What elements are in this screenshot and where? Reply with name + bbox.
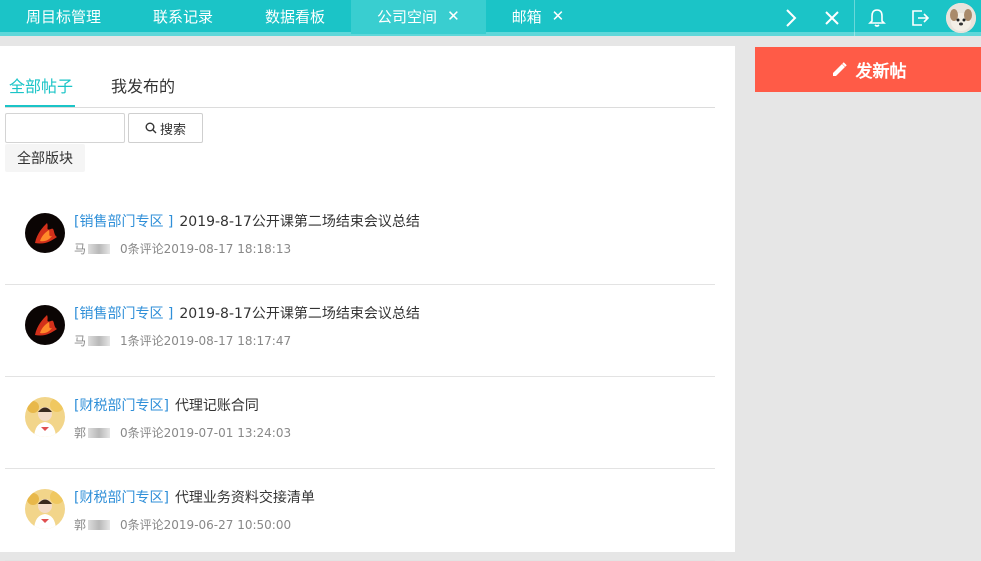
search-button[interactable]: 搜索 [128, 113, 203, 143]
tab-contact-records[interactable]: 联系记录 [127, 0, 239, 34]
redacted-name [88, 243, 111, 254]
tab-data-dashboard[interactable]: 数据看板 [239, 0, 351, 34]
user-avatar[interactable] [946, 3, 976, 33]
redacted-name [88, 335, 111, 346]
post-list-item[interactable]: [财税部门专区] 代理业务资料交接清单 郭 0条评论 2019-06-27 10:50… [5, 469, 715, 561]
post-list-item[interactable]: [销售部门专区 ] 2019-8-17公开课第二场结束会议总结 马 1条评论 2019… [5, 285, 715, 377]
author-avatar [25, 305, 65, 345]
post-timestamp: 2019-08-17 18:17:47 [163, 333, 292, 348]
post-list-item[interactable]: [财税部门专区] 代理记账合同 郭 0条评论 2019-07-01 13:24:03 [5, 377, 715, 469]
post-author: 马 [74, 242, 87, 256]
chevron-right-icon[interactable] [773, 0, 809, 36]
post-author: 郭 [74, 426, 87, 440]
tab-weekly-goals[interactable]: 周目标管理 [0, 0, 127, 34]
tab-label: 公司空间 [377, 7, 438, 26]
search-icon [145, 122, 157, 134]
tab-label: 数据看板 [265, 7, 326, 26]
post-title-link[interactable]: 代理业务资料交接清单 [175, 490, 315, 506]
post-board-link[interactable]: [销售部门专区 ] [74, 306, 173, 322]
post-tabs: 全部帖子 我发布的 [5, 46, 715, 108]
post-meta: 郭 0条评论 2019-06-27 10:50:00 [74, 516, 291, 533]
author-avatar [25, 397, 65, 437]
bell-icon[interactable] [855, 0, 898, 36]
tab-company-space[interactable]: 公司空间 ✕ [351, 0, 486, 34]
post-meta: 马 0条评论 2019-08-17 18:18:13 [74, 240, 291, 257]
post-timestamp: 2019-07-01 13:24:03 [163, 425, 292, 440]
post-author: 郭 [74, 518, 87, 532]
post-title-link[interactable]: 2019-8-17公开课第二场结束会议总结 [179, 214, 419, 230]
search-input[interactable] [5, 113, 125, 143]
tab-label: 周目标管理 [26, 7, 102, 26]
post-comment-count: 0条评论 [120, 518, 164, 532]
tab-label: 邮箱 [511, 7, 542, 26]
post-timestamp: 2019-08-17 18:18:13 [163, 241, 292, 256]
post-comment-count: 0条评论 [120, 426, 164, 440]
tab-all-posts[interactable]: 全部帖子 [9, 73, 73, 97]
post-meta: 马 1条评论 2019-08-17 18:17:47 [74, 332, 291, 349]
post-board-link[interactable]: [销售部门专区 ] [74, 214, 173, 230]
post-list-item[interactable]: [销售部门专区 ] 2019-8-17公开课第二场结束会议总结 马 0条评论 2019… [5, 193, 715, 285]
post-title: [财税部门专区] 代理记账合同 [74, 395, 259, 415]
close-icon[interactable]: ✕ [447, 8, 460, 24]
forum-sidebar: 发新帖 [735, 46, 981, 552]
tab-label: 联系记录 [153, 7, 214, 26]
top-navigation-bar: 周目标管理 联系记录 数据看板 公司空间 ✕ 邮箱 ✕ [0, 0, 981, 36]
new-post-button[interactable]: 发新帖 [755, 47, 981, 92]
post-title: [财税部门专区] 代理业务资料交接清单 [74, 487, 315, 507]
board-filter-dropdown[interactable]: 全部版块 [5, 144, 85, 172]
post-comment-count: 1条评论 [120, 334, 164, 348]
author-avatar [25, 489, 65, 529]
post-author: 马 [74, 334, 87, 348]
post-title: [销售部门专区 ] 2019-8-17公开课第二场结束会议总结 [74, 211, 420, 231]
post-title: [销售部门专区 ] 2019-8-17公开课第二场结束会议总结 [74, 303, 420, 323]
redacted-name [88, 519, 111, 530]
logout-icon[interactable] [898, 0, 941, 36]
search-button-label: 搜索 [159, 122, 186, 138]
post-board-link[interactable]: [财税部门专区] [74, 398, 169, 414]
post-timestamp: 2019-06-27 10:50:00 [163, 517, 292, 532]
tab-my-posts[interactable]: 我发布的 [111, 73, 175, 97]
post-title-link[interactable]: 代理记账合同 [175, 398, 259, 414]
forum-main-panel: 全部帖子 我发布的 搜索 全部版块 [销售部门专区 ] 2019-8-17公开课第… [0, 46, 735, 561]
close-icon[interactable]: ✕ [552, 8, 565, 24]
tab-mailbox[interactable]: 邮箱 ✕ [486, 0, 591, 34]
post-title-link[interactable]: 2019-8-17公开课第二场结束会议总结 [179, 306, 419, 322]
post-meta: 郭 0条评论 2019-07-01 13:24:03 [74, 424, 291, 441]
pencil-icon [832, 61, 847, 76]
close-all-tabs-icon[interactable] [809, 0, 855, 36]
active-tab-indicator [5, 105, 75, 107]
new-post-label: 发新帖 [855, 62, 907, 82]
post-comment-count: 0条评论 [120, 242, 164, 256]
author-avatar [25, 213, 65, 253]
redacted-name [88, 427, 111, 438]
post-board-link[interactable]: [财税部门专区] [74, 490, 169, 506]
top-right-actions [773, 0, 981, 36]
